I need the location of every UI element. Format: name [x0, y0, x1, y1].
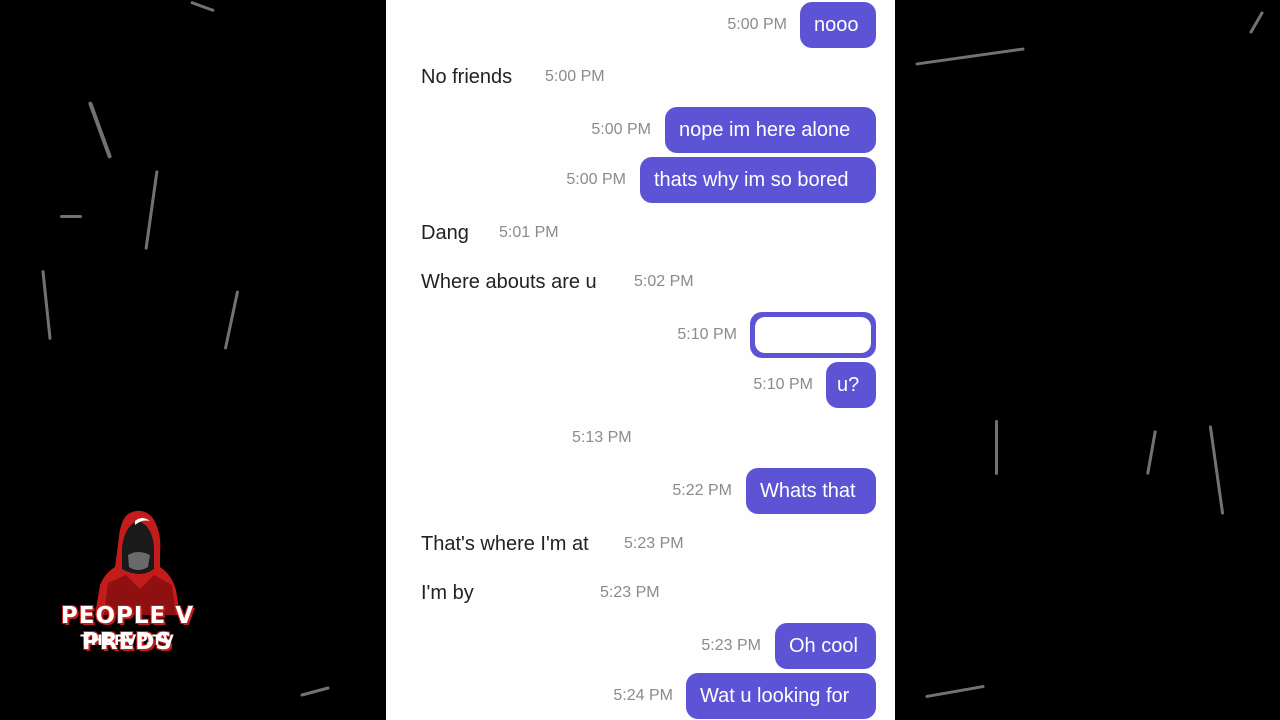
- message-outgoing: 5:22 PM Whats that: [386, 468, 895, 514]
- message-outgoing: 5:00 PM thats why im so bored: [386, 157, 895, 203]
- message-bubble[interactable]: nooo: [800, 2, 876, 48]
- message-incoming: No friends 5:00 PM: [386, 54, 895, 100]
- chat-panel[interactable]: 5:00 PM nooo No friends 5:00 PM 5:00 PM …: [386, 0, 895, 720]
- message-outgoing: 5:00 PM nooo: [386, 2, 895, 48]
- message-bubble[interactable]: Wat u looking for: [686, 673, 876, 719]
- redacted-message-bubble[interactable]: [750, 312, 876, 358]
- message-timestamp: 5:00 PM: [566, 171, 626, 188]
- message-text[interactable]: No friends: [421, 54, 512, 100]
- message-timestamp: 5:22 PM: [672, 482, 732, 499]
- message-outgoing: 5:10 PM: [386, 312, 895, 358]
- message-incoming: That's where I'm at 5:23 PM: [386, 521, 895, 567]
- message-outgoing: 5:10 PM u?: [386, 362, 895, 408]
- message-timestamp: 5:00 PM: [545, 68, 605, 85]
- message-text[interactable]: Dang: [421, 210, 469, 256]
- message-timestamp: 5:00 PM: [591, 121, 651, 138]
- message-timestamp: 5:23 PM: [600, 584, 660, 601]
- message-bubble[interactable]: u?: [826, 362, 876, 408]
- message-outgoing: 5:00 PM nope im here alone: [386, 107, 895, 153]
- message-bubble[interactable]: nope im here alone: [665, 107, 876, 153]
- message-outgoing: 5:23 PM Oh cool: [386, 623, 895, 669]
- message-incoming: Where abouts are u 5:02 PM: [386, 259, 895, 305]
- message-bubble[interactable]: thats why im so bored: [640, 157, 876, 203]
- message-timestamp: 5:01 PM: [499, 224, 559, 241]
- message-timestamp: 5:13 PM: [572, 429, 632, 446]
- hooded-figure-icon: [95, 510, 180, 615]
- message-timestamp: 5:10 PM: [753, 376, 813, 393]
- message-timestamp: 5:10 PM: [677, 326, 737, 343]
- message-text[interactable]: Where abouts are u: [421, 259, 597, 305]
- message-incoming: Dang 5:01 PM: [386, 210, 895, 256]
- message-timestamp: 5:00 PM: [727, 16, 787, 33]
- logo-subtitle: THEPVP.TV: [80, 633, 175, 649]
- message-incoming: I'm by 5:23 PM: [386, 570, 895, 616]
- right-background: [895, 0, 1280, 720]
- message-bubble[interactable]: Oh cool: [775, 623, 876, 669]
- message-incoming: 5:13 PM: [386, 415, 895, 461]
- message-timestamp: 5:02 PM: [634, 273, 694, 290]
- message-bubble[interactable]: Whats that: [746, 468, 876, 514]
- message-text[interactable]: That's where I'm at: [421, 521, 589, 567]
- message-timestamp: 5:23 PM: [701, 637, 761, 654]
- message-text[interactable]: I'm by: [421, 570, 474, 616]
- message-timestamp: 5:24 PM: [613, 687, 673, 704]
- message-timestamp: 5:23 PM: [624, 535, 684, 552]
- channel-logo: PEOPLE V PREDS THEPVP.TV: [30, 505, 225, 655]
- message-outgoing: 5:24 PM Wat u looking for: [386, 673, 895, 719]
